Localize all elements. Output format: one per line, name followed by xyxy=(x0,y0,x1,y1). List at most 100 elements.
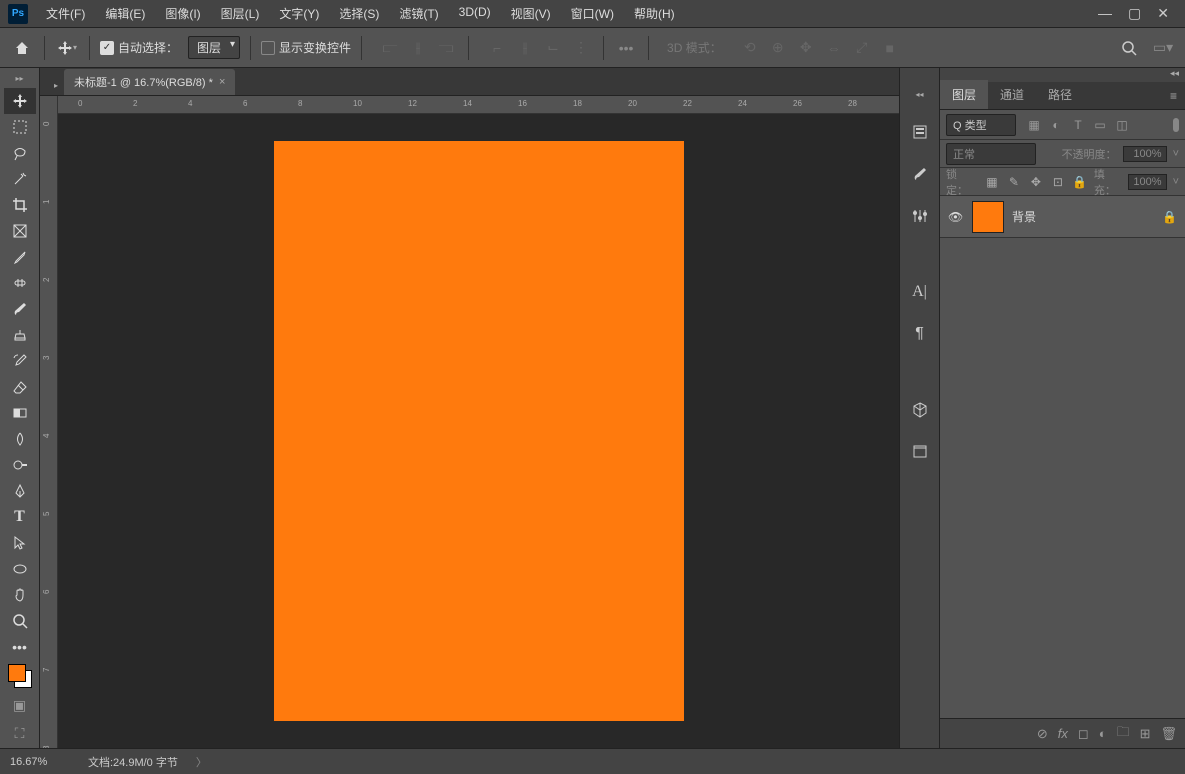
lock-all-icon[interactable]: 🔒 xyxy=(1072,174,1088,190)
adjustments-panel-icon[interactable] xyxy=(906,202,934,230)
align-middle-icon[interactable]: ⫲ xyxy=(513,36,537,60)
tab-channels[interactable]: 通道 xyxy=(988,80,1036,109)
quickmask-toggle[interactable]: ▣ xyxy=(4,694,36,716)
screenmode-toggle[interactable]: ⛶ xyxy=(4,722,36,744)
menu-edit[interactable]: 编辑(E) xyxy=(97,1,153,26)
lock-artboard-icon[interactable]: ⊡ xyxy=(1050,174,1066,190)
shape-tool[interactable] xyxy=(4,556,36,582)
3d-roll-icon[interactable]: ⊕ xyxy=(766,36,790,60)
tab-paths[interactable]: 路径 xyxy=(1036,80,1084,109)
tabs-expand[interactable]: ▸ xyxy=(48,79,64,91)
show-transform-checkbox[interactable]: 显示变换控件 xyxy=(261,39,351,56)
type-tool[interactable]: T xyxy=(4,504,36,530)
horizontal-ruler[interactable]: 024681012141618202224262830 xyxy=(58,96,899,114)
auto-select-dropdown[interactable]: 图层 xyxy=(188,36,240,59)
gradient-tool[interactable] xyxy=(4,400,36,426)
3d-pan-icon[interactable]: ✥ xyxy=(794,36,818,60)
3d-scale-icon[interactable]: ⤢ xyxy=(850,36,874,60)
crop-tool[interactable] xyxy=(4,192,36,218)
filter-smart-icon[interactable]: ◫ xyxy=(1114,117,1130,133)
close-tab-icon[interactable]: × xyxy=(219,76,225,88)
menu-3d[interactable]: 3D(D) xyxy=(451,1,499,26)
workspace-icon[interactable]: ▭▾ xyxy=(1151,36,1175,60)
search-icon[interactable] xyxy=(1117,36,1141,60)
healing-brush-tool[interactable] xyxy=(4,270,36,296)
path-selection-tool[interactable] xyxy=(4,530,36,556)
move-tool[interactable] xyxy=(4,88,36,114)
pen-tool[interactable] xyxy=(4,478,36,504)
brush-tool[interactable] xyxy=(4,296,36,322)
move-tool-indicator[interactable]: ▾ xyxy=(55,36,79,60)
brush-panel-icon[interactable] xyxy=(906,160,934,188)
menu-layer[interactable]: 图层(L) xyxy=(213,1,268,26)
align-right-icon[interactable]: ⫎ xyxy=(434,36,458,60)
align-center-h-icon[interactable]: ⫲ xyxy=(406,36,430,60)
dodge-tool[interactable] xyxy=(4,452,36,478)
panel-menu-icon[interactable]: ≡ xyxy=(1162,83,1185,109)
menu-help[interactable]: 帮助(H) xyxy=(626,1,683,26)
frame-tool[interactable] xyxy=(4,218,36,244)
menu-filter[interactable]: 滤镜(T) xyxy=(391,1,446,26)
history-panel-icon[interactable] xyxy=(906,118,934,146)
eraser-tool[interactable] xyxy=(4,374,36,400)
layer-row[interactable]: 👁 背景 🔒 xyxy=(940,196,1185,238)
opacity-value[interactable]: 100% xyxy=(1123,146,1167,162)
zoom-tool[interactable] xyxy=(4,608,36,634)
layer-name[interactable]: 背景 xyxy=(1012,208,1154,225)
align-left-icon[interactable]: ⫍ xyxy=(378,36,402,60)
filter-adjustment-icon[interactable]: ◐ xyxy=(1048,117,1064,133)
layer-mask-icon[interactable]: ◻ xyxy=(1078,726,1089,742)
lock-pixels-icon[interactable]: ✎ xyxy=(1006,174,1022,190)
layer-filter-dropdown[interactable]: Q 类型 xyxy=(946,114,1016,136)
filter-toggle[interactable] xyxy=(1173,118,1179,132)
new-layer-icon[interactable]: ⊞ xyxy=(1140,726,1151,742)
hand-tool[interactable] xyxy=(4,582,36,608)
align-bottom-icon[interactable]: ⌙ xyxy=(541,36,565,60)
character-panel-icon[interactable]: A| xyxy=(906,278,934,306)
3d-slide-icon[interactable]: ⇔ xyxy=(822,36,846,60)
maximize-button[interactable]: ▢ xyxy=(1128,5,1141,22)
3d-panel-icon[interactable] xyxy=(906,396,934,424)
home-button[interactable] xyxy=(10,36,34,60)
auto-select-checkbox[interactable]: ✓自动选择： xyxy=(100,39,178,56)
more-options-icon[interactable]: ••• xyxy=(614,36,638,60)
fill-value[interactable]: 100% xyxy=(1128,174,1167,190)
menu-file[interactable]: 文件(F) xyxy=(38,1,93,26)
layer-style-icon[interactable]: fx xyxy=(1058,726,1068,741)
marquee-tool[interactable] xyxy=(4,114,36,140)
delete-layer-icon[interactable]: 🗑 xyxy=(1160,726,1177,742)
3d-camera-icon[interactable]: ■ xyxy=(878,36,902,60)
foreground-color[interactable] xyxy=(8,664,26,682)
layer-thumbnail[interactable] xyxy=(972,201,1004,233)
filter-type-icon[interactable]: T xyxy=(1070,117,1086,133)
color-swatches[interactable] xyxy=(8,664,32,688)
filter-pixel-icon[interactable]: ▦ xyxy=(1026,117,1042,133)
dock-expand[interactable]: ◂◂ xyxy=(900,88,939,100)
layer-group-icon[interactable]: 🗀 xyxy=(1117,723,1130,745)
vertical-ruler[interactable]: 012345678 xyxy=(40,96,58,748)
align-top-icon[interactable]: ⌐ xyxy=(485,36,509,60)
link-layers-icon[interactable]: ⊘ xyxy=(1037,726,1048,742)
minimize-button[interactable]: — xyxy=(1098,5,1112,22)
status-menu-icon[interactable]: 〉 xyxy=(196,754,207,770)
lasso-tool[interactable] xyxy=(4,140,36,166)
document-info[interactable]: 文档:24.9M/0 字节 xyxy=(88,754,178,770)
libraries-panel-icon[interactable] xyxy=(906,438,934,466)
menu-select[interactable]: 选择(S) xyxy=(331,1,387,26)
zoom-level[interactable]: 16.67% xyxy=(10,756,70,768)
lock-position-icon[interactable]: ✥ xyxy=(1028,174,1044,190)
3d-orbit-icon[interactable]: ⟲ xyxy=(738,36,762,60)
layer-locked-icon[interactable]: 🔒 xyxy=(1162,210,1177,224)
layer-visibility-icon[interactable]: 👁 xyxy=(948,210,964,224)
menu-window[interactable]: 窗口(W) xyxy=(563,1,622,26)
blur-tool[interactable] xyxy=(4,426,36,452)
canvas-viewport[interactable] xyxy=(58,114,899,748)
toolbox-expand[interactable]: ▸▸ xyxy=(0,72,39,84)
menu-view[interactable]: 视图(V) xyxy=(503,1,559,26)
menu-image[interactable]: 图像(I) xyxy=(157,1,208,26)
distribute-icon[interactable]: ⋮ xyxy=(569,36,593,60)
history-brush-tool[interactable] xyxy=(4,348,36,374)
edit-toolbar[interactable]: ••• xyxy=(4,634,36,660)
blend-mode-dropdown[interactable]: 正常 xyxy=(946,143,1036,165)
magic-wand-tool[interactable] xyxy=(4,166,36,192)
